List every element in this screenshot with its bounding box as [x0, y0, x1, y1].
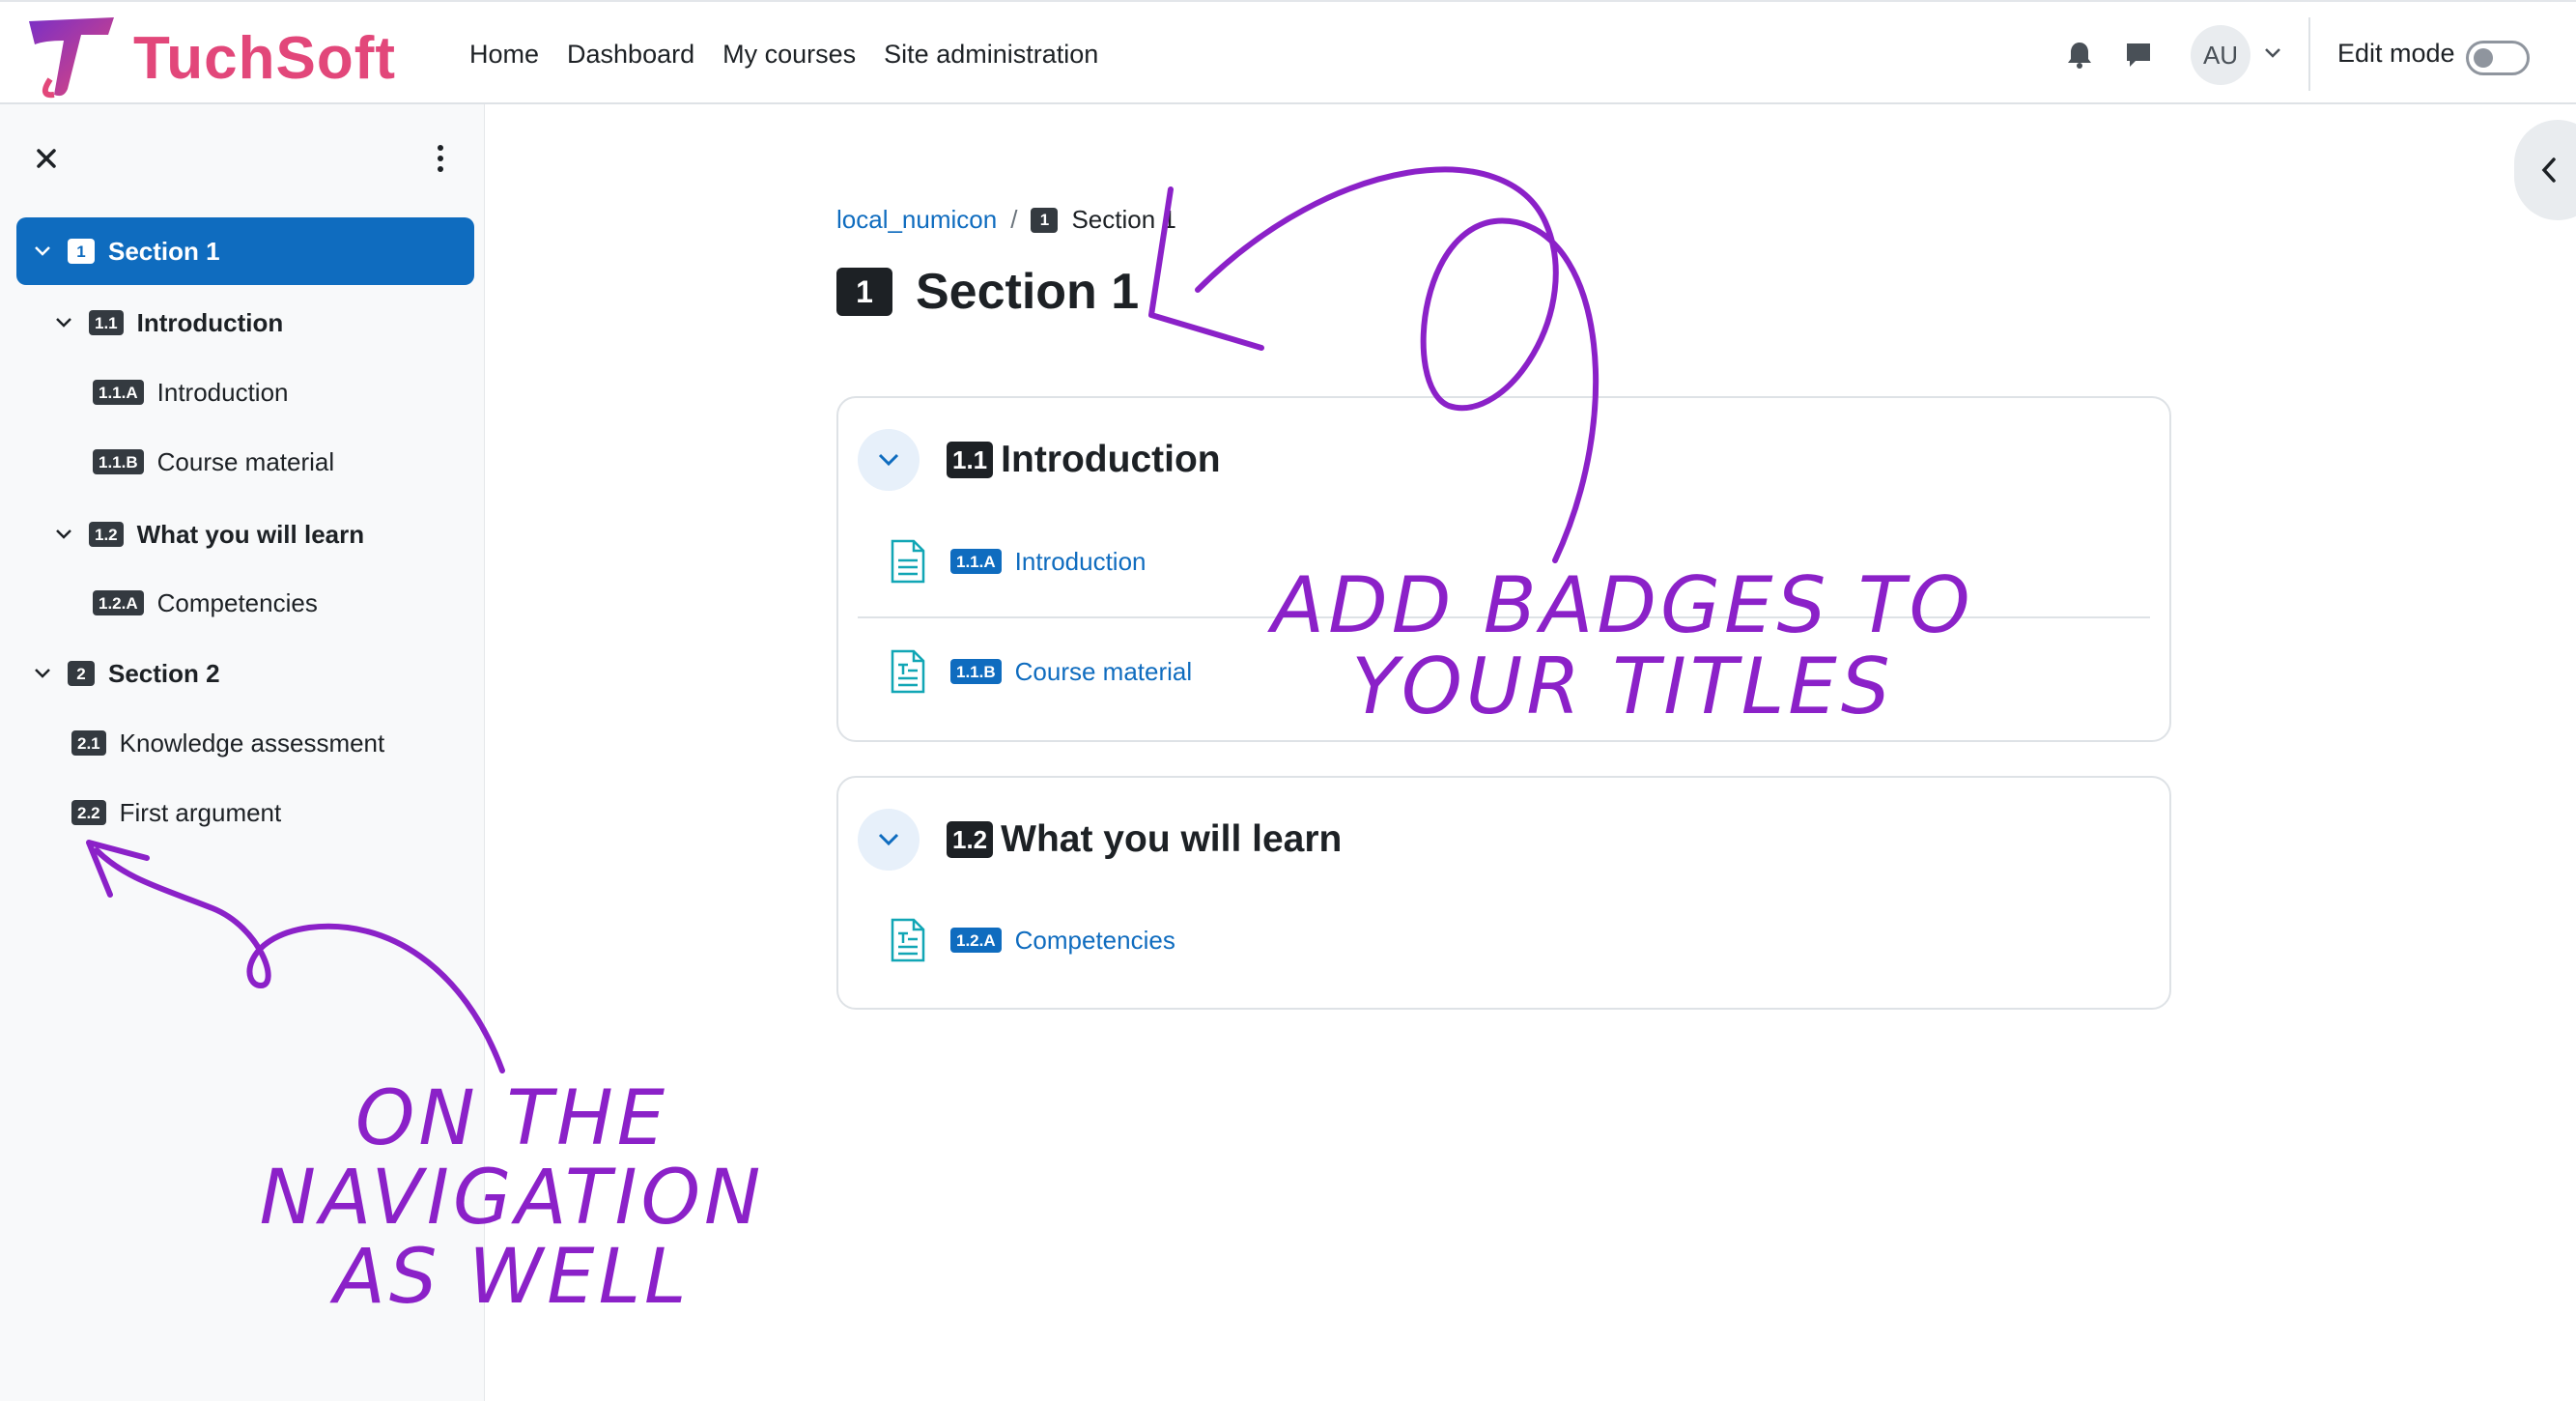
- nav-site-administration[interactable]: Site administration: [884, 40, 1098, 70]
- breadcrumb-course-link[interactable]: local_numicon: [836, 205, 997, 235]
- annotation-line: ON THE: [354, 1075, 669, 1162]
- subsection-title-badge: 1.2: [947, 821, 994, 858]
- annotation-line: NAVIGATION: [259, 1154, 765, 1242]
- page-title-text: Section 1: [916, 264, 1140, 320]
- subsection-header: 1.2 What you will learn: [858, 809, 1342, 871]
- chevron-down-icon[interactable]: [33, 667, 52, 680]
- nav-home[interactable]: Home: [469, 40, 539, 70]
- subsection-badge: 2.1: [71, 730, 106, 756]
- block-drawer-toggle[interactable]: [2514, 120, 2576, 220]
- kebab-icon[interactable]: [435, 143, 446, 174]
- activity-badge: 1.1.A: [93, 380, 144, 405]
- annotation-line: AS WELL: [333, 1233, 691, 1321]
- activity-badge: 1.1.B: [93, 449, 144, 474]
- page-title-badge: 1: [836, 268, 892, 316]
- course-index-activity-1-2-a[interactable]: 1.2.A Competencies: [93, 569, 318, 637]
- section-badge: 1: [68, 239, 95, 264]
- collapse-button[interactable]: [858, 429, 920, 491]
- chevron-down-icon: [878, 453, 899, 467]
- page-icon: [891, 539, 925, 584]
- chevron-down-icon[interactable]: [2264, 46, 2281, 60]
- course-index-subsection-2-2[interactable]: 2.2 First argument: [71, 779, 281, 846]
- course-index-section-2[interactable]: 2 Section 2: [33, 640, 220, 707]
- course-index-subsection-1-1[interactable]: 1.1 Introduction: [54, 289, 283, 357]
- activity-item[interactable]: 1.1.A Introduction: [889, 539, 1146, 584]
- course-index-label: Knowledge assessment: [119, 728, 385, 758]
- annotation-line: YOUR TITLES: [1351, 642, 1894, 731]
- course-index-subsection-1-2[interactable]: 1.2 What you will learn: [54, 500, 364, 568]
- activity-item[interactable]: 1.2.A Competencies: [889, 918, 1175, 962]
- activity-badge: 1.1.B: [950, 659, 1002, 684]
- chevron-down-icon[interactable]: [54, 528, 73, 541]
- breadcrumb: local_numicon / 1 Section 1: [836, 205, 1176, 235]
- activity-badge: 1.2.A: [93, 590, 144, 615]
- course-index-label: What you will learn: [136, 519, 365, 549]
- subsection-badge: 1.1: [89, 310, 124, 335]
- edit-mode-label: Edit mode: [2337, 39, 2455, 68]
- course-index-label: Section 1: [108, 236, 220, 266]
- course-index-subsection-2-1[interactable]: 2.1 Knowledge assessment: [71, 709, 384, 777]
- course-index-label: Introduction: [156, 377, 289, 407]
- annotation-line: ADD BADGES TO: [1271, 560, 1974, 650]
- course-index-section-1[interactable]: 1 Section 1: [16, 217, 474, 285]
- primary-navigation: Home Dashboard My courses Site administr…: [469, 2, 1126, 106]
- section-badge: 2: [68, 661, 95, 686]
- navbar-divider: [2308, 17, 2310, 91]
- subsection-header: 1.1 Introduction: [858, 429, 1221, 491]
- course-index-activity-1-1-a[interactable]: 1.1.A Introduction: [93, 358, 289, 426]
- book-icon: [891, 649, 925, 694]
- top-navbar: TuchSoft Home Dashboard My courses Site …: [0, 0, 2576, 104]
- chevron-left-icon: [2541, 157, 2556, 183]
- nav-my-courses[interactable]: My courses: [722, 40, 856, 70]
- activity-badge: 1.1.A: [950, 549, 1002, 574]
- edit-mode-toggle[interactable]: [2466, 41, 2530, 75]
- breadcrumb-badge: 1: [1031, 207, 1059, 233]
- chevron-down-icon[interactable]: [33, 244, 52, 258]
- activity-link[interactable]: Course material: [1015, 657, 1193, 687]
- page-title: 1 Section 1: [836, 263, 1139, 321]
- annotation-top: ADD BADGES TO YOUR TITLES: [1236, 565, 2009, 728]
- subsection-card: 1.2 What you will learn 1.2.A Competenci…: [836, 776, 2171, 1010]
- breadcrumb-current: Section 1: [1071, 205, 1176, 234]
- subsection-badge: 1.2: [89, 522, 124, 547]
- activity-badge: 1.2.A: [950, 928, 1002, 953]
- logo-mark-icon: [29, 17, 114, 99]
- logo-text: TuchSoft: [133, 25, 397, 92]
- user-avatar[interactable]: AU: [2191, 25, 2250, 85]
- breadcrumb-separator: /: [1010, 205, 1018, 234]
- course-index-label: Competencies: [156, 587, 318, 617]
- activity-link[interactable]: Introduction: [1015, 547, 1146, 577]
- close-icon[interactable]: [35, 147, 58, 170]
- activity-item[interactable]: 1.1.B Course material: [889, 649, 1192, 694]
- bell-icon[interactable]: [2066, 41, 2093, 70]
- activity-link[interactable]: Competencies: [1015, 926, 1175, 956]
- course-index-label: Introduction: [136, 307, 284, 337]
- course-index-activity-1-1-b[interactable]: 1.1.B Course material: [93, 428, 334, 496]
- course-index-label: First argument: [119, 797, 282, 827]
- chat-icon[interactable]: [2124, 41, 2153, 70]
- subsection-title: What you will learn: [1001, 818, 1343, 860]
- toggle-knob: [2474, 48, 2493, 68]
- subsection-title: Introduction: [1001, 439, 1221, 480]
- chevron-down-icon: [878, 833, 899, 846]
- subsection-badge: 2.2: [71, 800, 106, 825]
- course-index-label: Section 2: [108, 658, 220, 688]
- nav-dashboard[interactable]: Dashboard: [567, 40, 694, 70]
- tuchsoft-logo[interactable]: TuchSoft: [25, 12, 411, 100]
- course-index-label: Course material: [156, 446, 335, 476]
- chevron-down-icon[interactable]: [54, 316, 73, 329]
- subsection-title-badge: 1.1: [947, 442, 994, 478]
- collapse-button[interactable]: [858, 809, 920, 871]
- book-icon: [891, 918, 925, 962]
- annotation-bottom: ON THE NAVIGATION AS WELL: [212, 1075, 811, 1321]
